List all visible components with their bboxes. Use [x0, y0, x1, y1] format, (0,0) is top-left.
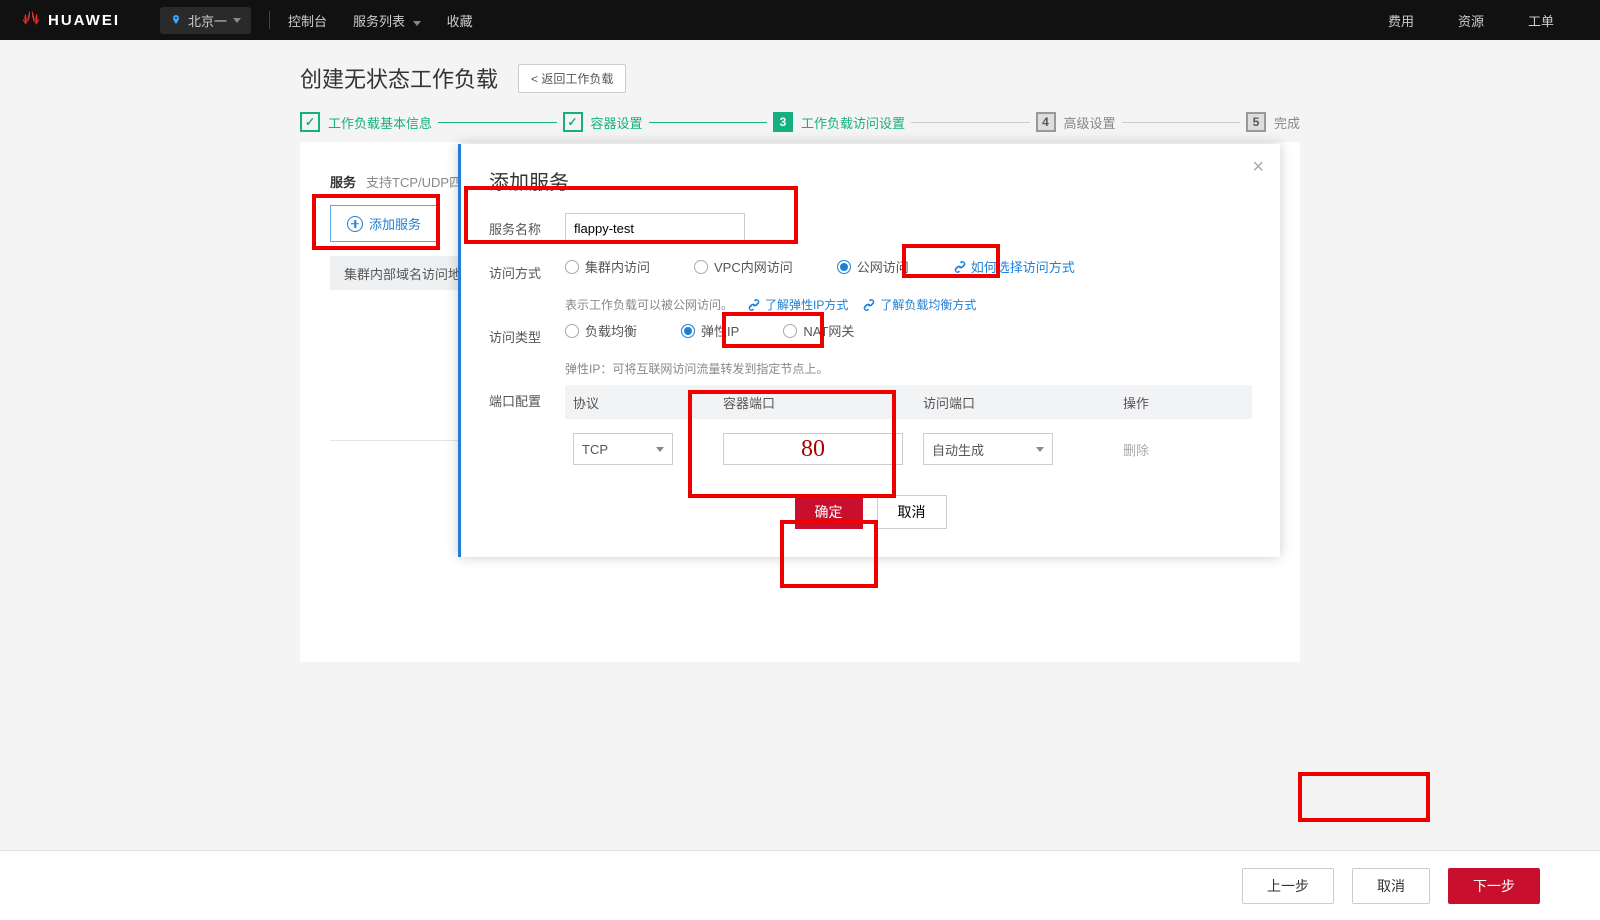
col-protocol: 协议 [565, 393, 715, 412]
link-icon [953, 260, 967, 274]
radio-nat[interactable]: NAT网关 [783, 321, 854, 340]
prev-button[interactable]: 上一步 [1242, 868, 1334, 904]
step-3: 3工作负载访问设置 [773, 112, 905, 132]
label-port-config: 端口配置 [489, 385, 565, 410]
label-access-type: 访问类型 [489, 321, 565, 346]
back-button[interactable]: < 返回工作负载 [518, 64, 626, 93]
row-port-config: 端口配置 协议 容器端口 访问端口 操作 TCP 自动生成 删除 [489, 385, 1252, 465]
radio-icon [681, 324, 695, 338]
step-line [1122, 122, 1240, 123]
chevron-down-icon [233, 18, 241, 23]
cancel-button[interactable]: 取消 [1352, 868, 1430, 904]
nav-favorites[interactable]: 收藏 [447, 11, 473, 30]
highlight-box [1298, 772, 1430, 822]
nav-resource[interactable]: 资源 [1458, 11, 1484, 30]
container-port-input[interactable] [723, 433, 903, 465]
link-eip-doc[interactable]: 了解弹性IP方式 [747, 296, 848, 313]
step-number: 3 [773, 112, 793, 132]
page-header: 创建无状态工作负载 < 返回工作负载 [0, 40, 1600, 112]
stepper: 工作负载基本信息 容器设置 3工作负载访问设置 4高级设置 5完成 [300, 112, 1300, 132]
check-icon [300, 112, 320, 132]
check-icon [563, 112, 583, 132]
radio-lb[interactable]: 负载均衡 [565, 321, 637, 340]
nav-ticket[interactable]: 工单 [1528, 11, 1554, 30]
row-access-type: 访问类型 负载均衡 弹性IP NAT网关 [489, 321, 1252, 346]
radio-icon [565, 324, 579, 338]
link-icon [747, 298, 761, 312]
chevron-down-icon [1036, 447, 1044, 452]
radio-vpc-access[interactable]: VPC内网访问 [694, 257, 793, 276]
nav-right: 费用 资源 工单 [1388, 11, 1600, 30]
region-selector[interactable]: 北京一 [160, 7, 251, 34]
radio-public-access[interactable]: 公网访问 [837, 257, 909, 276]
nav-separator [269, 11, 270, 29]
delete-port-link[interactable]: 删除 [1123, 443, 1149, 458]
access-desc: 表示工作负载可以被公网访问。 了解弹性IP方式 了解负载均衡方式 [565, 296, 1252, 313]
radio-icon [694, 260, 708, 274]
footer-actions: 上一步 取消 下一步 [0, 850, 1600, 920]
row-service-name: 服务名称 [489, 213, 1252, 243]
nav-services[interactable]: 服务列表 [353, 11, 421, 30]
radio-cluster-access[interactable]: 集群内访问 [565, 257, 650, 276]
brand-text: HUAWEI [48, 12, 120, 29]
next-button[interactable]: 下一步 [1448, 868, 1540, 904]
radio-eip[interactable]: 弹性IP [681, 321, 739, 340]
radio-icon [837, 260, 851, 274]
protocol-select[interactable]: TCP [573, 433, 673, 465]
chevron-down-icon [656, 447, 664, 452]
step-1: 工作负载基本信息 [300, 112, 432, 132]
close-icon[interactable]: × [1252, 156, 1264, 179]
type-desc: 弹性IP：可将互联网访问流量转发到指定节点上。 [565, 360, 1252, 377]
modal-ok-button[interactable]: 确定 [795, 495, 863, 529]
link-lb-doc[interactable]: 了解负载均衡方式 [862, 296, 976, 313]
col-access-port: 访问端口 [915, 393, 1115, 412]
nav-console[interactable]: 控制台 [288, 11, 327, 30]
label-access-mode: 访问方式 [489, 257, 565, 282]
nav-fee[interactable]: 费用 [1388, 11, 1414, 30]
top-nav: HUAWEI 北京一 控制台 服务列表 收藏 费用 资源 工单 [0, 0, 1600, 40]
step-number: 5 [1246, 112, 1266, 132]
col-op: 操作 [1115, 393, 1252, 412]
port-row: TCP 自动生成 删除 [565, 433, 1252, 465]
brand-logo: HUAWEI [0, 9, 140, 31]
link-icon [862, 298, 876, 312]
region-label: 北京一 [188, 11, 227, 30]
chevron-down-icon [413, 21, 421, 26]
add-service-button[interactable]: 添加服务 [330, 205, 438, 242]
step-line [911, 122, 1029, 123]
port-table-header: 协议 容器端口 访问端口 操作 [565, 385, 1252, 419]
step-number: 4 [1036, 112, 1056, 132]
label-service-name: 服务名称 [489, 213, 565, 238]
plus-icon [347, 216, 363, 232]
step-5: 5完成 [1246, 112, 1300, 132]
radio-icon [565, 260, 579, 274]
col-container-port: 容器端口 [715, 393, 915, 412]
modal-title: 添加服务 [489, 166, 1252, 195]
row-access-mode: 访问方式 集群内访问 VPC内网访问 公网访问 如何选择访问方式 [489, 257, 1252, 282]
radio-icon [783, 324, 797, 338]
step-line [438, 122, 556, 123]
step-line [649, 122, 767, 123]
pin-icon [170, 14, 182, 26]
step-4: 4高级设置 [1036, 112, 1116, 132]
huawei-icon [20, 9, 42, 31]
modal-actions: 确定 取消 [489, 495, 1252, 529]
modal-cancel-button[interactable]: 取消 [877, 495, 947, 529]
step-2: 容器设置 [563, 112, 643, 132]
page-title: 创建无状态工作负载 [300, 62, 498, 94]
link-how-choose-access[interactable]: 如何选择访问方式 [953, 257, 1075, 276]
add-service-modal: × 添加服务 服务名称 访问方式 集群内访问 VPC内网访问 公网访问 如何选择… [458, 144, 1280, 557]
access-port-select[interactable]: 自动生成 [923, 433, 1053, 465]
service-name-input[interactable] [565, 213, 745, 243]
